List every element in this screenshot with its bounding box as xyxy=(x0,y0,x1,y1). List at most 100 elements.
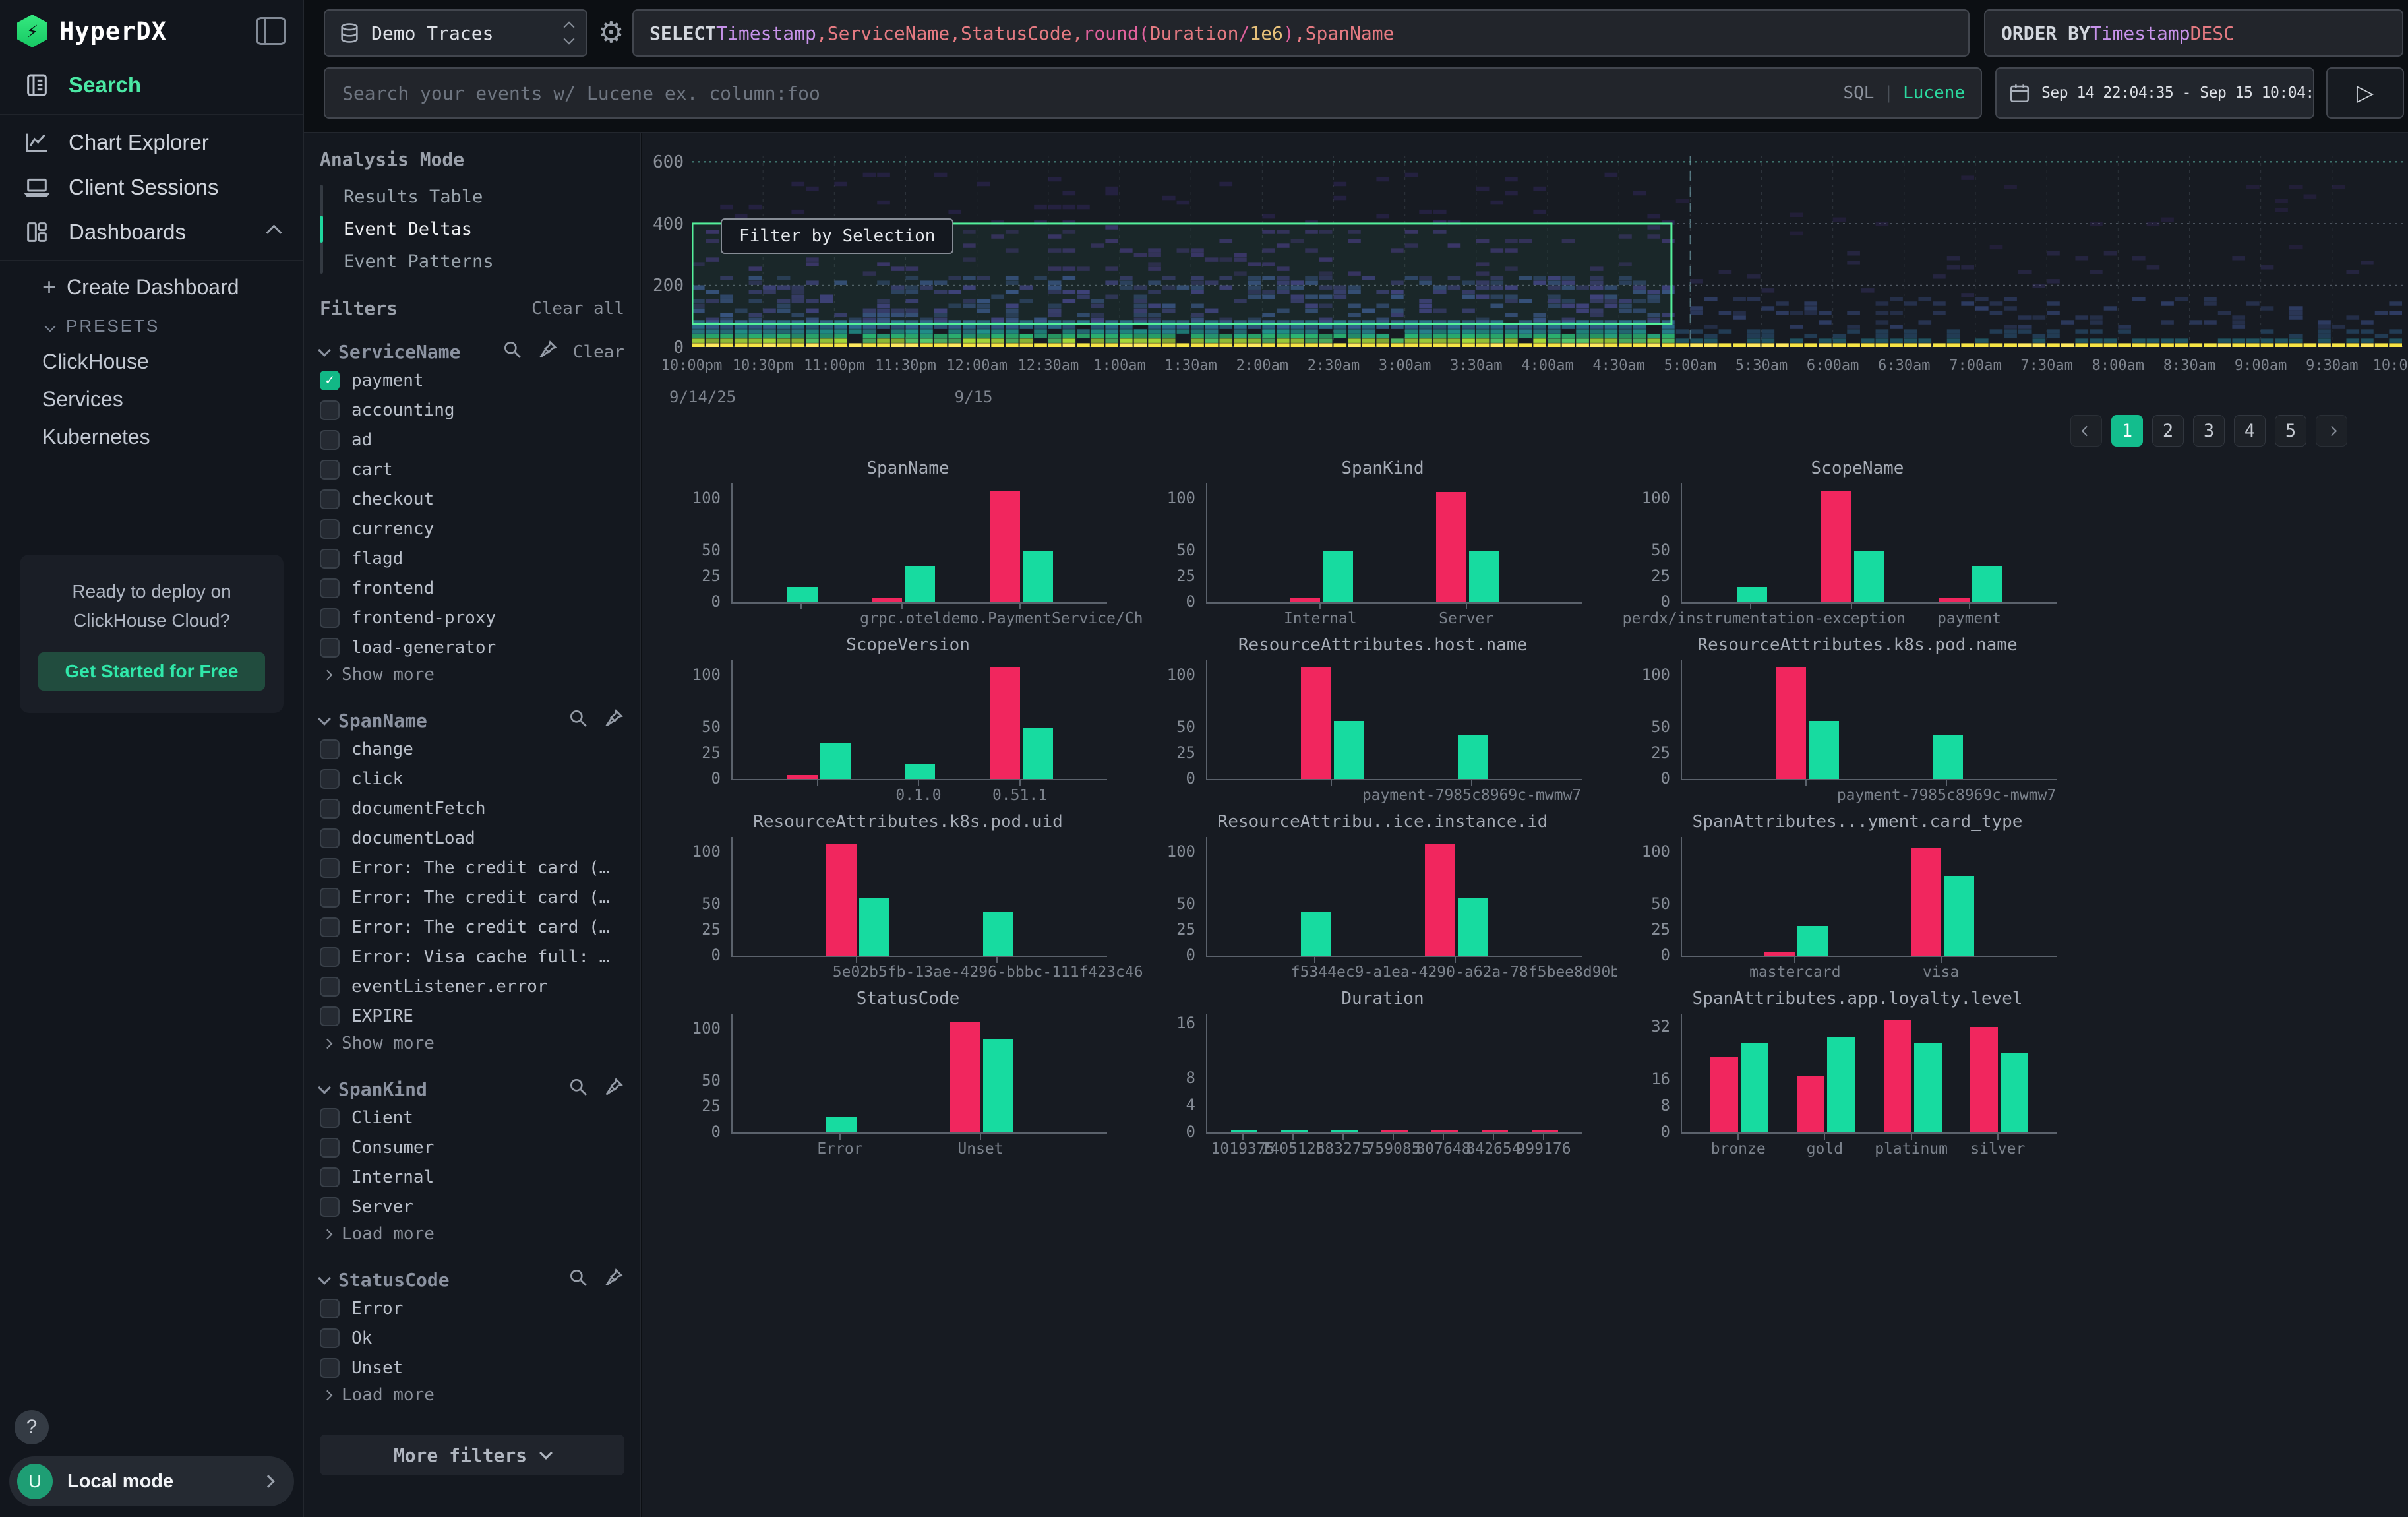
filter-item[interactable]: frontend xyxy=(320,574,624,602)
filter-group-name[interactable]: StatusCode xyxy=(338,1269,450,1291)
sql-select-input[interactable]: SELECT Timestamp, ServiceName, StatusCod… xyxy=(632,9,1970,57)
filter-item[interactable]: documentFetch xyxy=(320,794,624,822)
show-more-button[interactable]: Load more xyxy=(320,1382,624,1408)
filter-group-name[interactable]: SpanKind xyxy=(338,1078,427,1100)
analysis-mode-option[interactable]: Event Patterns xyxy=(333,245,624,278)
checkbox[interactable] xyxy=(320,1358,340,1378)
filter-item[interactable]: Internal xyxy=(320,1163,624,1191)
clear-all-button[interactable]: Clear all xyxy=(531,299,624,319)
filter-item[interactable]: eventListener.error xyxy=(320,972,624,1001)
filter-item[interactable]: Unset xyxy=(320,1353,624,1382)
filter-group-name[interactable]: SpanName xyxy=(338,710,427,731)
sidebar-collapse-icon[interactable] xyxy=(256,17,286,45)
filter-item[interactable]: Error: Visa cache full: … xyxy=(320,943,624,971)
filter-item[interactable]: cart xyxy=(320,455,624,483)
pagination-prev[interactable] xyxy=(2070,415,2102,447)
checkbox[interactable] xyxy=(320,828,340,848)
more-filters-button[interactable]: More filters xyxy=(320,1435,624,1475)
filter-item[interactable]: EXPIRE xyxy=(320,1002,624,1030)
checkbox[interactable] xyxy=(320,430,340,450)
checkbox[interactable] xyxy=(320,1108,340,1128)
pin-filter-icon[interactable] xyxy=(537,339,558,365)
search-filter-icon[interactable] xyxy=(502,339,523,365)
sidebar-item-client-sessions[interactable]: Client Sessions xyxy=(0,165,303,210)
filter-item[interactable]: Ok xyxy=(320,1324,624,1352)
filter-item[interactable]: Error xyxy=(320,1294,624,1322)
create-dashboard-button[interactable]: + Create Dashboard xyxy=(0,266,303,308)
sidebar-item-chart-explorer[interactable]: Chart Explorer xyxy=(0,120,303,165)
pin-filter-icon[interactable] xyxy=(603,708,624,733)
pagination-next[interactable] xyxy=(2316,415,2347,447)
gear-icon[interactable]: ⚙ xyxy=(598,16,624,49)
filter-item[interactable]: frontend-proxy xyxy=(320,604,624,632)
pagination-page-5[interactable]: 5 xyxy=(2275,415,2306,447)
checkbox[interactable] xyxy=(320,888,340,908)
checkbox[interactable] xyxy=(320,799,340,819)
filter-item[interactable]: currency xyxy=(320,514,624,543)
pagination-page-1[interactable]: 1 xyxy=(2111,415,2143,447)
checkbox[interactable] xyxy=(320,739,340,759)
analysis-mode-option[interactable]: Event Deltas xyxy=(333,213,624,245)
checkbox[interactable] xyxy=(320,1006,340,1026)
source-select[interactable]: Demo Traces xyxy=(324,9,587,57)
get-started-button[interactable]: Get Started for Free xyxy=(38,652,265,691)
sidebar-preset-services[interactable]: Services xyxy=(0,381,303,418)
mode-sql[interactable]: SQL xyxy=(1843,83,1874,103)
checkbox[interactable] xyxy=(320,549,340,569)
filter-item[interactable]: ✓payment xyxy=(320,366,624,394)
clear-filter-button[interactable]: Clear xyxy=(573,342,624,362)
filter-item[interactable]: flagd xyxy=(320,544,624,573)
presets-header[interactable]: PRESETS xyxy=(0,308,303,343)
checkbox[interactable] xyxy=(320,1328,340,1348)
search-input[interactable] xyxy=(341,82,1843,105)
checkbox[interactable] xyxy=(320,1167,340,1187)
filter-item[interactable]: Consumer xyxy=(320,1133,624,1161)
checkbox[interactable] xyxy=(320,460,340,480)
filter-item[interactable]: load-generator xyxy=(320,633,624,662)
checkbox[interactable] xyxy=(320,1299,340,1318)
checkbox[interactable] xyxy=(320,578,340,598)
search-filter-icon[interactable] xyxy=(568,708,589,733)
filter-item[interactable]: ad xyxy=(320,425,624,454)
sidebar-preset-clickhouse[interactable]: ClickHouse xyxy=(0,343,303,381)
pagination-page-3[interactable]: 3 xyxy=(2193,415,2225,447)
pin-filter-icon[interactable] xyxy=(603,1267,624,1293)
time-range-picker[interactable]: Sep 14 22:04:35 - Sep 15 10:04:35 xyxy=(1995,67,2314,119)
pin-filter-icon[interactable] xyxy=(603,1076,624,1102)
help-button[interactable]: ? xyxy=(15,1410,49,1444)
show-more-button[interactable]: Show more xyxy=(320,662,624,688)
filter-item[interactable]: Error: The credit card (… xyxy=(320,883,624,912)
filter-item[interactable]: accounting xyxy=(320,396,624,424)
show-more-button[interactable]: Load more xyxy=(320,1221,624,1247)
filter-item[interactable]: change xyxy=(320,735,624,763)
mode-lucene[interactable]: Lucene xyxy=(1903,83,1965,103)
filter-item[interactable]: Error: The credit card (… xyxy=(320,913,624,941)
filter-item[interactable]: Server xyxy=(320,1192,624,1221)
user-menu[interactable]: U Local mode xyxy=(9,1456,294,1506)
analysis-mode-option[interactable]: Results Table xyxy=(333,181,624,213)
sidebar-preset-kubernetes[interactable]: Kubernetes xyxy=(0,418,303,456)
filter-item[interactable]: documentLoad xyxy=(320,824,624,852)
pagination-page-2[interactable]: 2 xyxy=(2152,415,2184,447)
filter-group-name[interactable]: ServiceName xyxy=(338,341,460,363)
show-more-button[interactable]: Show more xyxy=(320,1030,624,1057)
checkbox[interactable] xyxy=(320,400,340,420)
filter-item[interactable]: click xyxy=(320,764,624,793)
sidebar-item-dashboards[interactable]: Dashboards xyxy=(0,210,303,255)
checkbox[interactable] xyxy=(320,947,340,967)
checkbox[interactable] xyxy=(320,519,340,539)
filter-by-selection-button[interactable]: Filter by Selection xyxy=(721,218,953,254)
run-query-button[interactable]: ▷ xyxy=(2326,67,2404,119)
checkbox[interactable] xyxy=(320,917,340,937)
checkbox[interactable] xyxy=(320,977,340,997)
search-filter-icon[interactable] xyxy=(568,1076,589,1102)
sidebar-item-search[interactable]: Search xyxy=(0,61,303,109)
filter-item[interactable]: Client xyxy=(320,1103,624,1132)
checkbox[interactable] xyxy=(320,638,340,658)
checkbox[interactable]: ✓ xyxy=(320,371,340,390)
checkbox[interactable] xyxy=(320,1197,340,1217)
order-by-input[interactable]: ORDER BY Timestamp DESC xyxy=(1984,9,2403,57)
checkbox[interactable] xyxy=(320,858,340,878)
checkbox[interactable] xyxy=(320,608,340,628)
checkbox[interactable] xyxy=(320,769,340,789)
